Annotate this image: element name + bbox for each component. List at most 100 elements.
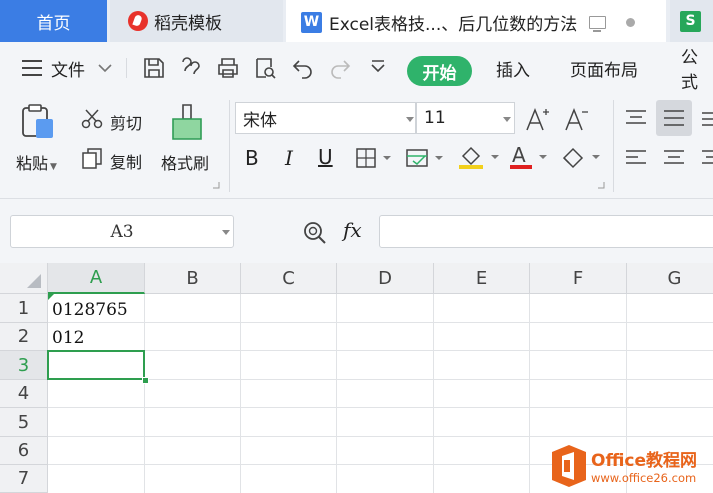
format-painter-icon[interactable]	[169, 103, 205, 141]
row-header-4[interactable]: 4	[0, 380, 48, 408]
select-all-corner[interactable]	[0, 263, 48, 294]
menu-formula-label: 公式	[681, 48, 698, 93]
font-size-select[interactable]: 11	[416, 102, 515, 134]
align-left-icon[interactable]	[624, 148, 648, 168]
gridline	[336, 294, 337, 493]
gridline	[48, 407, 713, 408]
font-color-icon[interactable]: A	[509, 144, 551, 170]
select-all-triangle-icon	[27, 274, 41, 288]
font-name-select[interactable]: 宋体	[235, 102, 416, 134]
column-header-g[interactable]: G	[627, 263, 713, 294]
menu-file-label: 文件	[51, 60, 85, 81]
row-header-7[interactable]: 7	[0, 465, 48, 493]
tab-template[interactable]: 稻壳模板	[110, 0, 283, 42]
redo-icon[interactable]	[328, 56, 352, 80]
align-right-icon[interactable]	[700, 148, 713, 168]
tab-document-label: Excel表格技...、后几位数的方法	[329, 14, 578, 35]
font-color-letter: A	[512, 144, 526, 167]
wps-writer-icon: W	[301, 11, 322, 33]
align-bottom-icon[interactable]	[700, 108, 713, 128]
italic-button[interactable]: I	[285, 146, 293, 170]
border-icon[interactable]	[355, 147, 393, 169]
column-header-a[interactable]: A	[48, 263, 145, 294]
column-e-label: E	[475, 267, 488, 289]
menu-page-layout[interactable]: 页面布局	[570, 42, 638, 94]
print-icon[interactable]	[216, 56, 240, 80]
row-header-2[interactable]: 2	[0, 323, 48, 351]
cell-a1[interactable]: 0128765	[48, 296, 128, 324]
font-launcher-icon[interactable]	[598, 182, 605, 189]
clipboard-launcher-icon[interactable]	[213, 182, 220, 189]
tab-home[interactable]: 首页	[0, 0, 107, 42]
divider	[613, 100, 614, 192]
align-middle-button[interactable]	[656, 100, 692, 136]
row-2-label: 2	[17, 326, 30, 347]
zoom-search-icon[interactable]	[302, 220, 328, 246]
menu-formula[interactable]: 公式	[681, 42, 713, 94]
tab-home-label: 首页	[36, 13, 71, 34]
bold-button[interactable]: B	[245, 146, 259, 170]
name-box[interactable]: A3	[10, 215, 234, 248]
menu-page-layout-label: 页面布局	[570, 60, 638, 81]
paste-icon[interactable]	[20, 103, 56, 141]
menu-insert[interactable]: 插入	[496, 42, 530, 94]
align-center-icon[interactable]	[662, 148, 686, 168]
divider	[126, 58, 127, 78]
unsaved-dot-icon[interactable]	[626, 17, 636, 27]
font-size-caret-icon	[503, 117, 511, 122]
print-preview-icon[interactable]	[253, 56, 277, 80]
column-g-label: G	[667, 267, 682, 289]
column-f-label: F	[572, 267, 584, 289]
row-3-label: 3	[17, 354, 30, 376]
row-header-1[interactable]: 1	[0, 294, 48, 323]
align-top-icon[interactable]	[624, 108, 648, 128]
copy-icon[interactable]	[81, 147, 103, 169]
cell-format-icon[interactable]	[405, 147, 445, 169]
copy-button[interactable]: 复制	[110, 149, 142, 173]
cell-a2-value: 012	[52, 328, 85, 348]
cut-button[interactable]: 剪切	[110, 110, 142, 134]
more-dropdown-icon[interactable]	[366, 56, 390, 80]
gridline	[48, 350, 713, 351]
wps-sheet-icon: S	[680, 10, 701, 32]
decrease-font-size-icon[interactable]	[563, 106, 589, 132]
underline-button[interactable]: U	[318, 145, 333, 169]
hamburger-icon[interactable]	[21, 58, 43, 78]
active-cell-a3[interactable]	[47, 350, 145, 380]
scissors-icon[interactable]	[81, 108, 103, 130]
gridline	[240, 294, 241, 493]
row-header-3[interactable]: 3	[0, 351, 48, 380]
increase-font-size-icon[interactable]	[524, 106, 550, 132]
row-header-6[interactable]: 6	[0, 437, 48, 465]
fill-color-icon[interactable]	[457, 144, 501, 170]
column-header-f[interactable]: F	[530, 263, 627, 294]
column-header-d[interactable]: D	[337, 263, 434, 294]
row-header-5[interactable]: 5	[0, 408, 48, 437]
column-header-e[interactable]: E	[434, 263, 530, 294]
tab-spreadsheet[interactable]: S	[670, 0, 713, 42]
paste-label: 粘贴	[16, 154, 49, 173]
tab-document[interactable]: W Excel表格技...、后几位数的方法	[286, 0, 666, 42]
column-c-label: C	[282, 267, 295, 289]
insert-function-button[interactable]: fx	[343, 218, 362, 242]
clear-format-icon[interactable]	[560, 144, 604, 170]
office-logo-icon	[552, 445, 586, 487]
save-icon[interactable]	[142, 56, 166, 80]
fill-handle[interactable]	[142, 377, 149, 384]
chevron-down-icon[interactable]	[97, 62, 113, 74]
cell-a2[interactable]: 012	[48, 324, 84, 352]
gridline	[433, 294, 434, 493]
output-icon[interactable]	[179, 56, 203, 80]
column-header-c[interactable]: C	[241, 263, 337, 294]
font-name-value: 宋体	[243, 110, 277, 131]
column-d-label: D	[378, 267, 392, 289]
monitor-icon[interactable]	[589, 15, 607, 32]
column-header-b[interactable]: B	[145, 263, 241, 294]
menu-file[interactable]: 文件	[51, 42, 85, 94]
paste-button[interactable]: 粘贴 ▼	[16, 150, 57, 174]
gridline	[144, 294, 145, 493]
undo-icon[interactable]	[291, 56, 315, 80]
formula-input[interactable]	[379, 215, 713, 248]
menu-start[interactable]: 开始	[407, 56, 472, 86]
format-painter-button[interactable]: 格式刷	[161, 150, 209, 174]
